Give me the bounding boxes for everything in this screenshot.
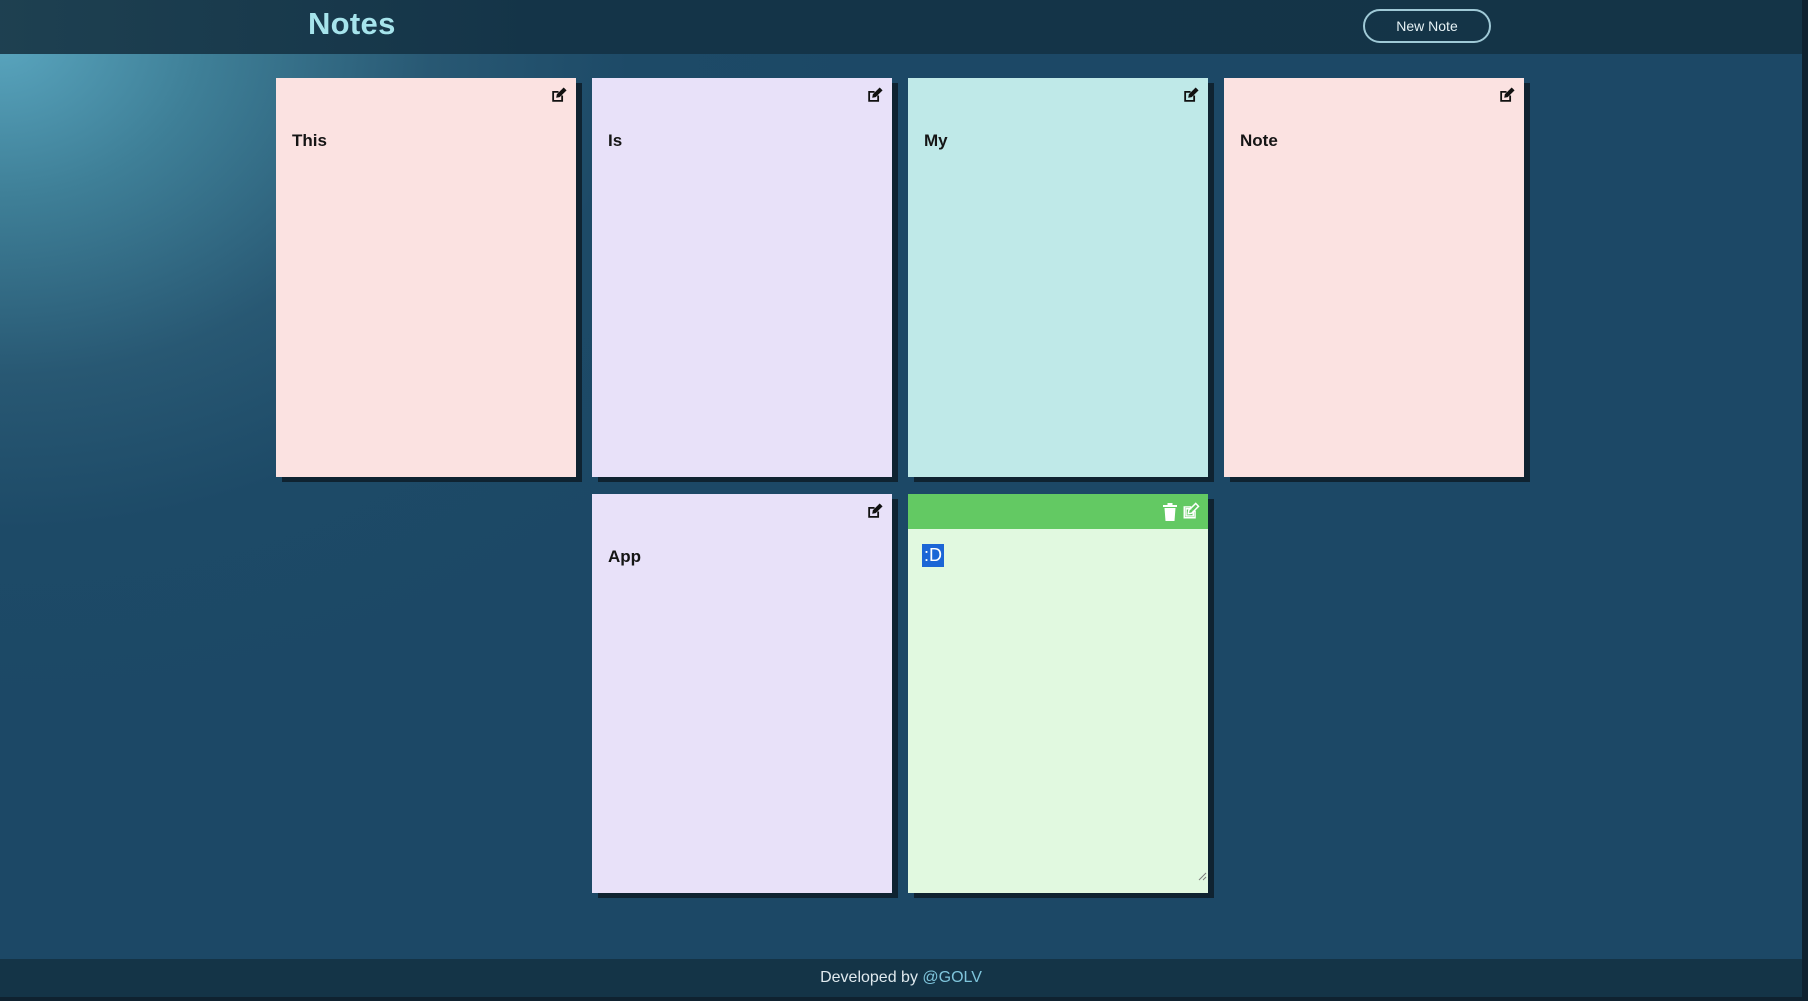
note-textarea[interactable]: :D <box>922 544 1197 880</box>
pencil-square-icon[interactable] <box>866 502 884 520</box>
pencil-square-icon[interactable] <box>866 86 884 104</box>
pencil-square-icon[interactable] <box>550 86 568 104</box>
app-footer: Developed by @GOLV <box>0 959 1802 997</box>
footer-credit: Developed by <box>820 969 923 986</box>
resize-handle-icon[interactable] <box>1197 871 1207 881</box>
note-card: Note <box>1224 78 1524 477</box>
selected-text: :D <box>922 544 944 567</box>
app-title: Notes <box>308 6 396 41</box>
note-text: Note <box>1240 131 1278 150</box>
pencil-square-icon[interactable] <box>1182 502 1200 520</box>
note-text: My <box>924 131 948 150</box>
note-text: Is <box>608 131 623 150</box>
note-card-editing: :D <box>908 494 1208 893</box>
note-card: This <box>276 78 576 477</box>
trash-icon[interactable] <box>1162 503 1178 521</box>
pencil-square-icon[interactable] <box>1498 86 1516 104</box>
note-text: App <box>608 547 642 566</box>
note-card: Is <box>592 78 892 477</box>
window-border-right <box>1802 0 1808 1001</box>
note-text: This <box>292 131 327 150</box>
author-link[interactable]: @GOLV <box>922 969 982 986</box>
new-note-button[interactable]: New Note <box>1363 9 1491 43</box>
pencil-square-icon[interactable] <box>1182 86 1200 104</box>
note-card: My <box>908 78 1208 477</box>
note-card: App <box>592 494 892 893</box>
window-border-bottom <box>0 997 1808 1001</box>
app-header: Notes New Note <box>0 0 1802 54</box>
